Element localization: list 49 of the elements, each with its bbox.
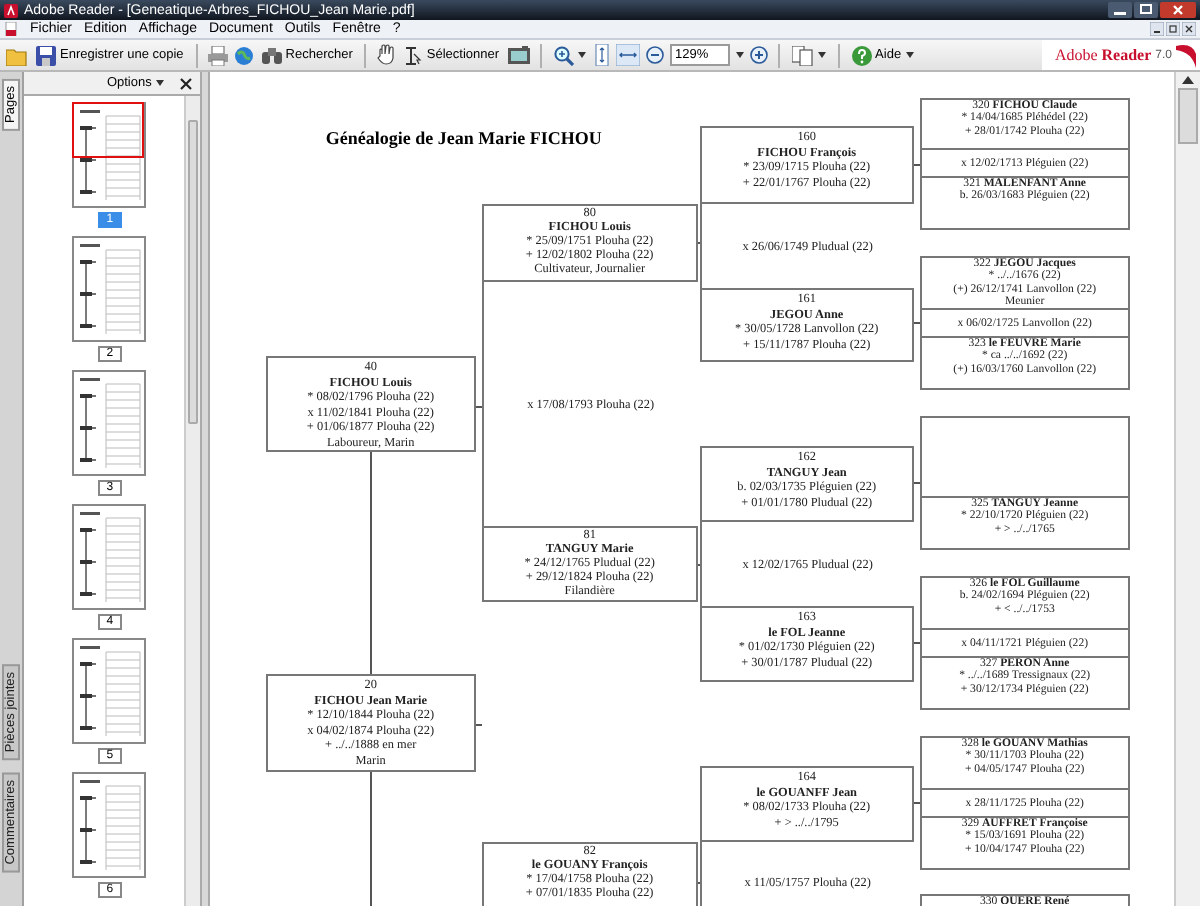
page-thumbnail-drawing <box>74 506 145 608</box>
page-thumbnail-drawing <box>74 104 145 206</box>
connector-line <box>369 772 372 906</box>
minimize-icon[interactable] <box>1150 22 1164 36</box>
scrollbar[interactable] <box>183 96 200 906</box>
page-thumbnail[interactable] <box>72 772 147 878</box>
close-icon[interactable] <box>1182 22 1196 36</box>
zoom-in-tool-button[interactable] <box>551 42 588 68</box>
caret-icon <box>735 52 744 58</box>
fit-page-icon[interactable] <box>593 44 610 66</box>
camera-icon[interactable] <box>507 46 530 64</box>
zoom-out-icon[interactable] <box>645 46 664 64</box>
page-thumbnail-drawing <box>74 238 145 340</box>
hand-icon[interactable] <box>376 44 397 66</box>
page-thumbnail[interactable] <box>72 638 147 744</box>
caret-icon <box>155 80 164 86</box>
caret-icon <box>577 52 586 58</box>
globe-icon[interactable] <box>233 45 254 65</box>
page-thumbnail-drawing <box>74 774 145 876</box>
page-thumbnail[interactable] <box>72 504 147 610</box>
fit-width-icon[interactable] <box>615 44 640 66</box>
text-cursor-icon <box>404 45 423 65</box>
caret-icon <box>817 52 826 58</box>
page-thumbnail[interactable] <box>72 102 147 208</box>
scroll-thumb[interactable] <box>1178 88 1199 144</box>
page-thumbnail[interactable] <box>72 236 147 342</box>
zoom-in-icon[interactable] <box>749 46 768 64</box>
document-title: Généalogie de Jean Marie FICHOU <box>325 128 602 148</box>
help-icon <box>851 45 872 65</box>
restore-icon[interactable] <box>1166 22 1180 36</box>
view-area-frame[interactable] <box>72 102 145 158</box>
maximize-icon[interactable] <box>1134 2 1158 18</box>
close-icon[interactable] <box>179 77 192 89</box>
minimize-icon[interactable] <box>1108 2 1132 18</box>
pages-icon <box>791 45 814 65</box>
page-layout-button[interactable] <box>789 42 828 68</box>
scroll-up-icon[interactable] <box>1182 76 1195 84</box>
binoculars-icon <box>261 46 282 64</box>
page-thumbnail-drawing <box>74 640 145 742</box>
folder-icon[interactable] <box>6 45 28 65</box>
printer-icon[interactable] <box>207 45 228 65</box>
app-icon <box>4 3 18 17</box>
magnifier-icon <box>553 45 574 65</box>
page-thumbnail-drawing <box>74 372 145 474</box>
swoosh-icon <box>1176 42 1196 68</box>
document-icon <box>4 22 18 36</box>
page-thumbnail[interactable] <box>72 370 147 476</box>
scrollbar[interactable] <box>1174 72 1200 906</box>
caret-icon <box>905 52 914 58</box>
